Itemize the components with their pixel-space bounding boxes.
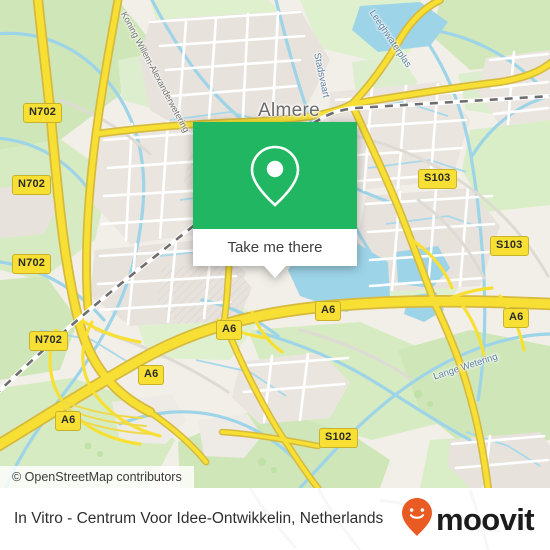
take-me-there-label: Take me there [227, 239, 323, 256]
location-popup[interactable]: Take me there [193, 122, 357, 278]
road-shield-s103-2[interactable]: S103 [490, 236, 529, 256]
road-shield-a6-1[interactable]: A6 [55, 411, 82, 431]
road-shield-s103-1[interactable]: S103 [418, 169, 457, 189]
place-title: In Vitro - Centrum Voor Idee-Ontwikkelin… [14, 510, 384, 528]
road-shield-n702-4[interactable]: N702 [29, 331, 69, 351]
popup-tail [264, 266, 286, 278]
road-shield-n702-2[interactable]: N702 [12, 175, 52, 195]
footer-bar: In Vitro - Centrum Voor Idee-Ontwikkelin… [0, 488, 550, 550]
road-shield-n702-3[interactable]: N702 [12, 254, 52, 274]
attribution-text: © OpenStreetMap contributors [12, 470, 182, 484]
screenshot-root: Almere Koning Willem-Alexanderwetering S… [0, 0, 550, 550]
moovit-wordmark: moovit [435, 501, 535, 537]
road-shield-a6-3[interactable]: A6 [216, 320, 243, 340]
road-shield-a6-4[interactable]: A6 [315, 301, 342, 321]
moovit-smiley-pin-icon [401, 497, 432, 541]
map-attribution[interactable]: © OpenStreetMap contributors [0, 466, 194, 488]
road-shield-a6-5[interactable]: A6 [503, 308, 530, 328]
take-me-there-button[interactable]: Take me there [193, 229, 357, 278]
road-shield-a6-2[interactable]: A6 [138, 365, 165, 385]
moovit-logo[interactable]: moovit [401, 497, 535, 541]
map-canvas[interactable]: Almere Koning Willem-Alexanderwetering S… [0, 0, 550, 488]
location-pin-icon [247, 143, 303, 209]
road-shield-s102[interactable]: S102 [319, 428, 358, 448]
road-shield-n702-1[interactable]: N702 [23, 103, 63, 123]
popup-pin-panel [193, 122, 357, 229]
